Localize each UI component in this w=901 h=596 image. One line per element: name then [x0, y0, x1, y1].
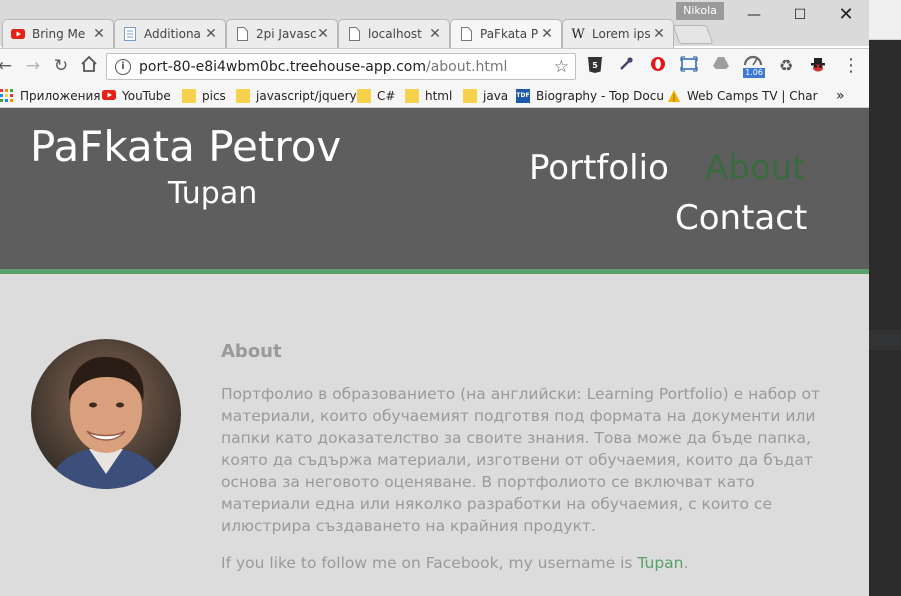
profile-photo — [31, 339, 181, 489]
facebook-username-link[interactable]: Tupan — [637, 554, 683, 572]
follow-paragraph: If you like to follow me on Facebook, my… — [221, 552, 821, 574]
bookmark-folder-html[interactable]: html — [405, 87, 452, 105]
webcamps-icon — [667, 89, 681, 103]
bookmark-label: Biography - Top Docu — [536, 89, 664, 103]
folder-icon — [182, 89, 196, 103]
tab-title: PaFkata P — [480, 27, 539, 41]
tab-strip: Nikola — ☐ ✕ Bring Me ✕ Additiona ✕ 2pi … — [0, 0, 869, 48]
tdf-icon: TDF — [516, 89, 530, 103]
bookmark-webcamps[interactable]: Web Camps TV | Char — [667, 87, 818, 105]
browser-window: Nikola — ☐ ✕ Bring Me ✕ Additiona ✕ 2pi … — [0, 0, 869, 596]
page-icon — [459, 27, 473, 41]
url-host: port-80-e8i4wbm0bc.treehouse-app.com — [139, 58, 426, 75]
screen-capture-extension-icon[interactable] — [679, 56, 699, 76]
wikipedia-icon: W — [571, 26, 585, 42]
editor-titlebar — [869, 0, 901, 40]
opera-extension-icon[interactable] — [648, 56, 668, 76]
tab-bring-me[interactable]: Bring Me ✕ — [2, 19, 114, 48]
close-window-button[interactable]: ✕ — [823, 0, 869, 30]
svg-text:5: 5 — [592, 61, 598, 70]
editor-highlight-band — [869, 330, 901, 350]
home-icon[interactable] — [78, 55, 100, 77]
spy-extension-icon[interactable] — [808, 56, 828, 76]
browser-toolbar: ← → ↻ i port-80-e8i4wbm0bc.treehouse-app… — [0, 48, 869, 84]
youtube-icon — [11, 27, 25, 41]
bookmarks-bar: Приложения YouTube pics javascript/jquer… — [0, 84, 869, 108]
page-icon — [235, 27, 249, 41]
apps-grid-icon — [0, 89, 14, 103]
page-icon — [347, 27, 361, 41]
site-header: PaFkata Petrov Tupan Portfolio About Con… — [0, 108, 869, 274]
bookmark-label: javascript/jquery — [256, 89, 357, 103]
folder-icon — [405, 89, 419, 103]
bookmark-folder-java[interactable]: java — [463, 87, 508, 105]
document-icon — [123, 27, 137, 41]
close-tab-icon[interactable]: ✕ — [92, 26, 106, 42]
close-tab-icon[interactable]: ✕ — [316, 26, 330, 42]
eyedropper-extension-icon[interactable] — [616, 56, 636, 76]
drive-extension-icon[interactable] — [711, 56, 731, 76]
tab-title: Additiona — [144, 27, 201, 41]
bookmark-label: YouTube — [122, 89, 171, 103]
tab-lorem-ipsum[interactable]: W Lorem ips ✕ — [562, 19, 674, 48]
close-tab-icon[interactable]: ✕ — [652, 26, 666, 42]
bookmark-label: Web Camps TV | Char — [687, 89, 818, 103]
tab-title: Lorem ips — [592, 27, 651, 41]
folder-icon — [463, 89, 477, 103]
bookmark-youtube[interactable]: YouTube — [102, 87, 171, 105]
html5-extension-icon[interactable]: 5 — [585, 56, 605, 76]
bookmark-folder-csharp[interactable]: C# — [357, 87, 395, 105]
minimize-button[interactable]: — — [731, 0, 777, 30]
bookmark-apps[interactable]: Приложения — [0, 87, 101, 105]
speedometer-extension-icon[interactable]: 1.06 — [743, 53, 765, 78]
bookmark-label: pics — [202, 89, 226, 103]
address-bar[interactable]: i port-80-e8i4wbm0bc.treehouse-app.com/a… — [106, 53, 576, 80]
profile-button[interactable]: Nikola — [676, 2, 724, 20]
bookmark-label: html — [425, 89, 453, 103]
menu-kebab-icon[interactable]: ⋮ — [841, 56, 861, 76]
close-tab-icon[interactable]: ✕ — [428, 26, 442, 42]
url-path: /about.html — [426, 58, 508, 75]
nav-contact[interactable]: Contact — [675, 198, 807, 238]
bookmark-star-icon[interactable]: ☆ — [554, 57, 569, 77]
back-arrow-icon[interactable]: ← — [0, 55, 16, 77]
bookmark-label: C# — [377, 89, 396, 103]
reload-icon[interactable]: ↻ — [50, 55, 72, 77]
about-paragraph: Портфолио в образованието (на английски:… — [221, 385, 821, 535]
close-tab-icon[interactable]: ✕ — [204, 26, 218, 42]
bookmark-folder-pics[interactable]: pics — [182, 87, 226, 105]
recycle-extension-icon[interactable]: ♻ — [776, 56, 796, 76]
bookmark-label: java — [483, 89, 509, 103]
nav-about[interactable]: About — [705, 148, 806, 188]
folder-icon — [357, 89, 371, 103]
maximize-button[interactable]: ☐ — [777, 0, 823, 30]
bookmark-biography[interactable]: TDF Biography - Top Docu — [516, 87, 664, 105]
info-icon[interactable]: i — [115, 58, 131, 75]
new-tab-button[interactable] — [672, 25, 714, 44]
nav-portfolio[interactable]: Portfolio — [529, 148, 669, 188]
tab-localhost[interactable]: localhost ✕ — [338, 19, 450, 48]
webpage: PaFkata Petrov Tupan Portfolio About Con… — [0, 108, 869, 596]
about-heading: About — [221, 341, 282, 362]
tab-pafkata-active[interactable]: PaFkata P ✕ — [450, 19, 562, 48]
close-tab-icon[interactable]: ✕ — [540, 26, 554, 42]
tab-title: localhost — [368, 27, 422, 41]
follow-text-prefix: If you like to follow me on Facebook, my… — [221, 554, 638, 572]
bookmark-label: Приложения — [20, 89, 101, 103]
tab-title: 2pi Javasc — [256, 27, 316, 41]
tab-additional[interactable]: Additiona ✕ — [114, 19, 226, 48]
tab-2pi-javascript[interactable]: 2pi Javasc ✕ — [226, 19, 338, 48]
bookmark-folder-javascript[interactable]: javascript/jquery — [236, 87, 357, 105]
folder-icon — [236, 89, 250, 103]
bookmarks-overflow-button[interactable]: » — [836, 87, 845, 105]
site-logo-subtitle: Tupan — [168, 176, 258, 211]
tab-title: Bring Me — [32, 27, 86, 41]
youtube-icon — [102, 89, 116, 103]
follow-text-suffix: . — [683, 554, 689, 572]
extension-badge: 1.06 — [743, 68, 765, 78]
background-editor-window — [869, 0, 901, 596]
site-logo-name[interactable]: PaFkata Petrov — [30, 122, 341, 171]
forward-arrow-icon[interactable]: → — [22, 55, 44, 77]
